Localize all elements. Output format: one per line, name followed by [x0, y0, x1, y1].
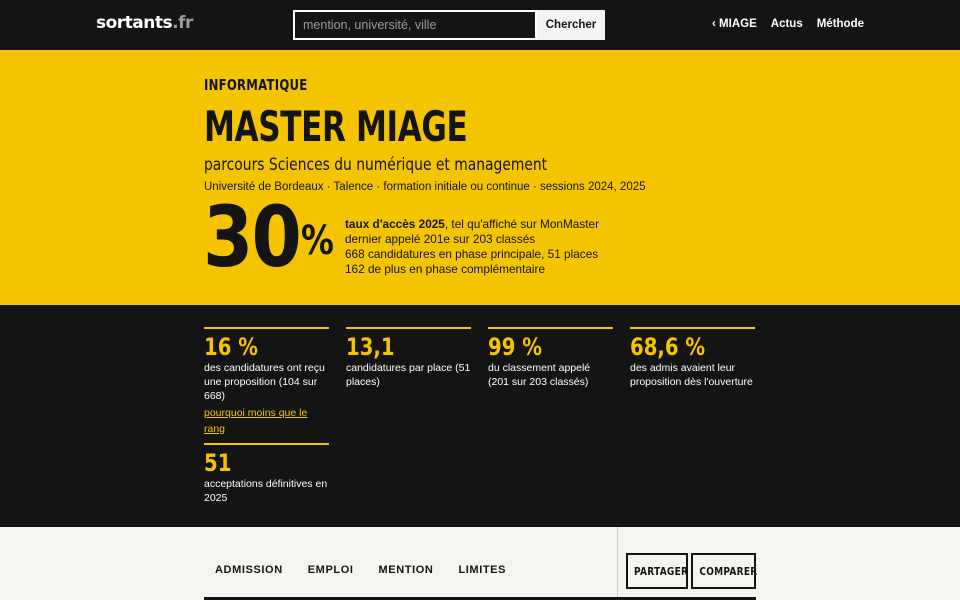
tab-mention[interactable]: MENTION: [379, 564, 434, 576]
stat-value: 51: [204, 449, 232, 477]
top-bar: sortants.fr Chercher ‹ MIAGE Actus Métho…: [0, 0, 960, 50]
complementary-line: 162 de plus en phase complémentaire: [345, 262, 546, 276]
stat-card-proposals: 16 % des candidatures ont reçu une propo…: [204, 327, 329, 437]
stat-description: acceptations définitives en 2025: [204, 478, 328, 504]
stat-card-admitted-at-opening: 68,6 % des admis avaient leur propositio…: [630, 327, 755, 389]
site-logo[interactable]: sortants.fr: [96, 13, 193, 33]
page-title: MASTER MIAGE: [204, 102, 468, 151]
top-nav: ‹ MIAGE Actus Méthode: [712, 18, 864, 30]
access-rate-value: 30: [203, 188, 302, 286]
stat-value: 99 %: [488, 333, 542, 361]
stat-value: 13,1: [346, 333, 395, 361]
compare-button[interactable]: COMPARER: [691, 553, 757, 589]
stat-description: du classement appelé (201 sur 203 classé…: [488, 362, 591, 388]
nav-link-actus[interactable]: Actus: [771, 18, 803, 30]
discipline-kicker: INFORMATIQUE: [204, 76, 308, 94]
stat-value: 16 %: [204, 333, 258, 361]
last-called-line: dernier appelé 201e sur 203 classés: [345, 232, 536, 246]
search-form: Chercher: [293, 10, 605, 40]
stats-section: 16 % des candidatures ont reçu une propo…: [0, 305, 960, 527]
stat-card-final-acceptances: 51 acceptations définitives en 2025: [204, 443, 329, 505]
stat-description: candidatures par place (51 places): [346, 362, 471, 388]
stat-value: 68,6 %: [630, 333, 706, 361]
stat-card-applications-per-place: 13,1 candidatures par place (51 places): [346, 327, 471, 389]
nav-link-miage[interactable]: ‹ MIAGE: [712, 18, 757, 30]
search-input[interactable]: [293, 10, 537, 40]
search-button[interactable]: Chercher: [537, 10, 605, 40]
tabs-divider: [617, 527, 618, 600]
applications-line: 668 candidatures en phase principale, 51…: [345, 247, 599, 261]
nav-link-methode[interactable]: Méthode: [817, 18, 864, 30]
tab-admission[interactable]: ADMISSION: [215, 564, 283, 576]
tab-limites[interactable]: LIMITES: [458, 564, 506, 576]
hero-section: INFORMATIQUE MASTER MIAGE parcours Scien…: [0, 50, 960, 305]
access-rate-line: taux d'accès 2025, tel qu'affiché sur Mo…: [345, 217, 600, 231]
share-button[interactable]: PARTAGER: [626, 553, 688, 589]
stat-card-ranking-called: 99 % du classement appelé (201 sur 203 c…: [488, 327, 613, 389]
page-subtitle: parcours Sciences du numérique et manage…: [204, 155, 548, 174]
tab-emploi[interactable]: EMPLOI: [308, 564, 354, 576]
access-rate-unit: %: [301, 218, 334, 264]
explanation-link[interactable]: pourquoi moins que le rang: [204, 405, 329, 437]
stat-description: des candidatures ont reçu une propositio…: [204, 362, 325, 402]
section-tabs: ADMISSION EMPLOI MENTION LIMITES: [215, 564, 506, 576]
stat-description: des admis avaient leur proposition dès l…: [630, 362, 753, 388]
access-rate-details: taux d'accès 2025, tel qu'affiché sur Mo…: [345, 217, 599, 277]
section-tabs-bar: ADMISSION EMPLOI MENTION LIMITES PARTAGE…: [0, 527, 960, 600]
